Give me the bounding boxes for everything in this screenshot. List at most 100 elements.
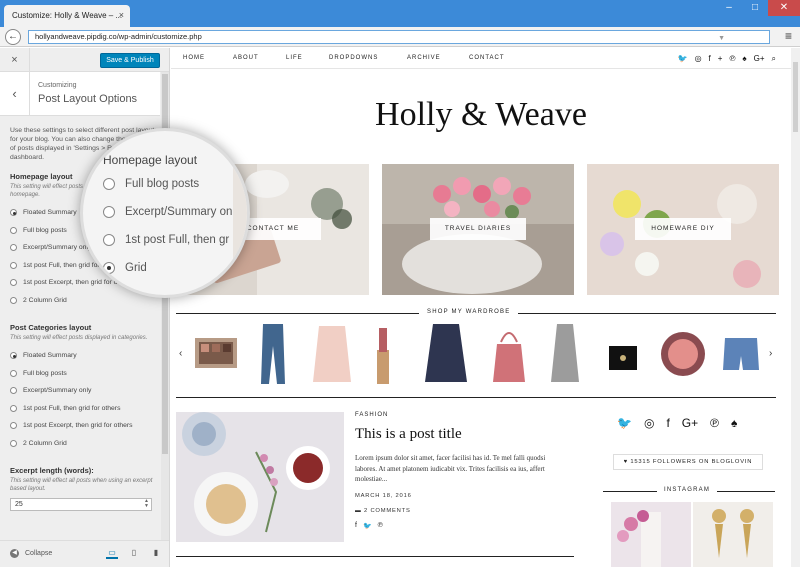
excerpt-length-input[interactable]: 25 ▲ ▼ xyxy=(10,498,152,511)
tab-close-icon[interactable]: × xyxy=(119,10,124,20)
nav-home[interactable]: HOME xyxy=(183,55,205,61)
snapchat-icon[interactable]: ♠ xyxy=(731,416,737,430)
pinterest-icon[interactable]: ℗ xyxy=(710,416,719,430)
post-title[interactable]: This is a post title xyxy=(355,426,462,443)
collapse-button[interactable]: ◀ Collapse xyxy=(10,549,52,558)
product-eyeshadow-palette[interactable] xyxy=(191,320,241,388)
product-blush[interactable] xyxy=(659,320,707,388)
facebook-share-icon[interactable]: f xyxy=(355,522,357,530)
post-comments-link[interactable]: ▬ 2 COMMENTS xyxy=(355,508,411,514)
radio-button[interactable] xyxy=(10,404,17,412)
instagram-icon[interactable]: ◎ xyxy=(695,54,702,64)
url-dropdown-icon[interactable]: ▼ xyxy=(718,33,725,45)
product-jeans[interactable] xyxy=(255,320,291,388)
nav-contact[interactable]: CONTACT xyxy=(469,55,505,61)
number-stepper-icon[interactable]: ▲ ▼ xyxy=(144,499,149,509)
category-label[interactable]: HOMEWARE DIY xyxy=(635,218,731,240)
radio-button[interactable] xyxy=(10,226,17,234)
tablet-preview-icon[interactable]: ▯ xyxy=(128,548,140,559)
radio-option[interactable]: 1st post Excerpt, then grid for others xyxy=(10,417,158,435)
radio-button[interactable] xyxy=(10,244,17,252)
post-category[interactable]: FASHION xyxy=(355,412,388,418)
radio-option[interactable]: Floated Summary xyxy=(10,347,158,365)
window-close-icon[interactable]: ✕ xyxy=(768,0,800,16)
pinterest-share-icon[interactable]: ℗ xyxy=(378,522,383,530)
pinterest-icon[interactable]: ℗ xyxy=(729,54,735,64)
radio-label: Floated Summary xyxy=(23,209,77,217)
instagram-photo[interactable] xyxy=(611,502,691,567)
radio-button[interactable] xyxy=(10,439,17,447)
product-shirt[interactable] xyxy=(423,320,469,388)
magnified-radio-button xyxy=(103,206,115,218)
search-icon[interactable]: ⌕ xyxy=(772,54,776,64)
shop-wardrobe-title: SHOP MY WARDROBE xyxy=(419,309,519,315)
post-featured-image[interactable] xyxy=(176,412,344,542)
twitter-share-icon[interactable]: 🐦 xyxy=(363,522,372,530)
categories-layout-label: Post Categories layout xyxy=(10,323,92,332)
radio-button[interactable] xyxy=(10,387,17,395)
section-header: ‹ Customizing Post Layout Options xyxy=(0,72,160,116)
category-label[interactable]: TRAVEL DIARIES xyxy=(430,218,526,240)
product-lipstick[interactable] xyxy=(371,320,395,388)
back-arrow-icon[interactable]: ← xyxy=(5,29,21,45)
preview-scroll-thumb[interactable] xyxy=(793,62,798,132)
instagram-icon[interactable]: ◎ xyxy=(644,416,654,430)
twitter-icon[interactable]: 🐦 xyxy=(678,54,688,64)
twitter-icon[interactable]: 🐦 xyxy=(617,416,632,430)
instagram-photo[interactable] xyxy=(693,502,773,567)
radio-button[interactable] xyxy=(10,261,17,269)
facebook-icon[interactable]: f xyxy=(666,416,669,430)
instagram-title: INSTAGRAM xyxy=(657,487,718,493)
product-bucket-bag[interactable] xyxy=(489,320,529,388)
radio-button[interactable] xyxy=(10,352,17,360)
radio-option[interactable]: 1st post Full, then grid for others xyxy=(10,400,158,418)
site-title[interactable]: Holly & Weave xyxy=(171,96,791,134)
mobile-preview-icon[interactable]: ▮ xyxy=(150,548,162,559)
facebook-icon[interactable]: f xyxy=(709,54,711,64)
categories-layout-radio-group: Floated Summary Full blog posts Excerpt/… xyxy=(10,347,158,452)
radio-option[interactable]: 2 Column Grid xyxy=(10,292,158,310)
google-plus-icon[interactable]: G+ xyxy=(682,416,698,430)
excerpt-length-help: This setting will effect all posts when … xyxy=(10,478,153,492)
magnifier-overlay: Homepage layout Full blog posts Excerpt/… xyxy=(80,128,250,298)
category-box-travel[interactable]: TRAVEL DIARIES xyxy=(382,164,574,295)
nav-life[interactable]: LIFE xyxy=(286,55,303,61)
hamburger-menu-icon[interactable]: ≡ xyxy=(785,30,792,42)
radio-option[interactable]: Excerpt/Summary only xyxy=(10,382,158,400)
radio-button[interactable] xyxy=(10,296,17,304)
category-box-homeware[interactable]: HOMEWARE DIY xyxy=(587,164,779,295)
back-chevron-icon[interactable]: ‹ xyxy=(0,72,30,116)
nav-about[interactable]: ABOUT xyxy=(233,55,259,61)
browser-window: Customize: Holly & Weave – ... × – □ ✕ ←… xyxy=(0,0,800,567)
preview-scrollbar[interactable] xyxy=(791,48,800,567)
browser-tab[interactable]: Customize: Holly & Weave – ... × xyxy=(4,5,130,27)
google-plus-icon[interactable]: G+ xyxy=(754,54,765,64)
collapse-icon: ◀ xyxy=(10,549,19,558)
radio-button[interactable] xyxy=(10,369,17,377)
bloglovin-icon[interactable]: + xyxy=(718,54,723,64)
maximize-icon[interactable]: □ xyxy=(742,0,768,16)
post-excerpt: Lorem ipsum dolor sit amet, facer facili… xyxy=(355,454,546,483)
close-customizer-icon[interactable]: × xyxy=(0,48,30,72)
url-input[interactable]: hollyandweave.pipdig.co/wp-admin/customi… xyxy=(28,30,770,44)
product-blazer[interactable] xyxy=(309,320,355,388)
product-denim-shorts[interactable] xyxy=(721,320,761,388)
radio-option[interactable]: Full blog posts xyxy=(10,365,158,383)
save-publish-button[interactable]: Save & Publish xyxy=(100,53,160,68)
address-bar: ← hollyandweave.pipdig.co/wp-admin/custo… xyxy=(0,27,800,47)
snapchat-icon[interactable]: ♠ xyxy=(742,54,746,64)
nav-dropdowns[interactable]: DROPDOWNS xyxy=(329,55,378,61)
radio-option[interactable]: 2 Column Grid xyxy=(10,435,158,453)
radio-button[interactable] xyxy=(10,209,17,217)
product-dress[interactable] xyxy=(545,320,585,388)
radio-button[interactable] xyxy=(10,422,17,430)
excerpt-length-label: Excerpt length (words): xyxy=(10,466,94,475)
radio-button[interactable] xyxy=(10,279,17,287)
bloglovin-followers-button[interactable]: ♥ 15315 FOLLOWERS ON BLOGLOVIN xyxy=(613,454,763,470)
carousel-next-icon[interactable]: › xyxy=(769,348,772,359)
carousel-prev-icon[interactable]: ‹ xyxy=(179,348,182,359)
product-handbag[interactable] xyxy=(603,320,643,388)
minimize-icon[interactable]: – xyxy=(716,0,742,16)
nav-archive[interactable]: ARCHIVE xyxy=(407,55,441,61)
desktop-preview-icon[interactable]: ▭ xyxy=(106,548,118,559)
